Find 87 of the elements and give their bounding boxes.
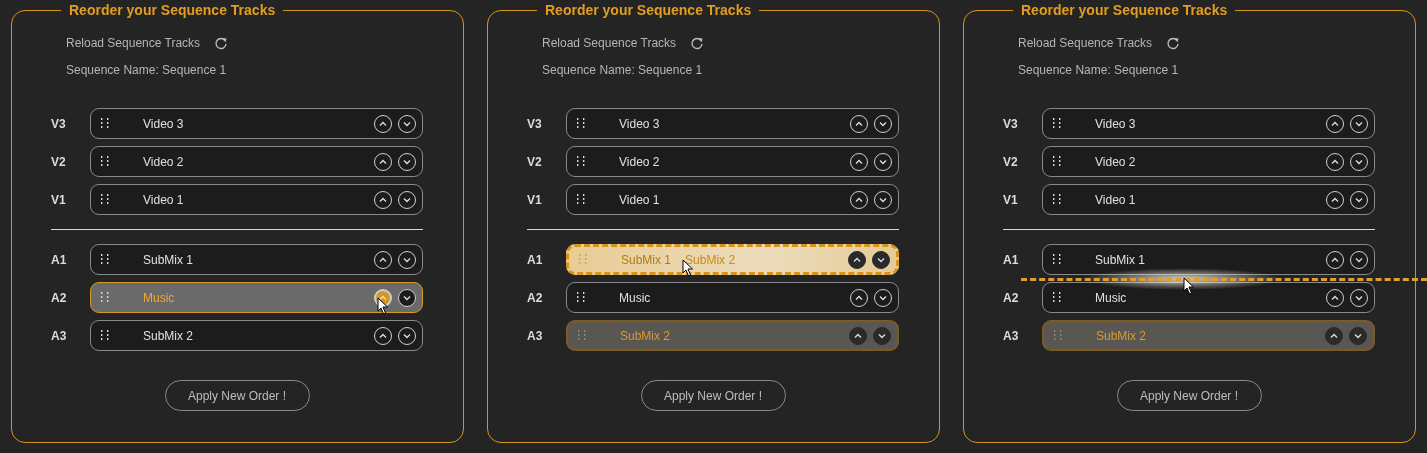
move-down-button[interactable] [872,250,890,269]
drag-handle-icon[interactable] [101,154,109,169]
drag-handle-icon[interactable] [1053,252,1061,267]
reload-icon[interactable] [690,36,705,50]
drag-handle-icon[interactable] [101,116,109,131]
track-row[interactable]: SubMix 2 [90,320,423,351]
track-label: V2 [527,154,543,169]
track-name: Video 1 [1095,192,1136,207]
track-label: A1 [1003,252,1020,267]
track-row[interactable]: Video 2 [90,146,423,177]
track-name: Video 1 [143,192,184,207]
track-label: A3 [51,328,68,343]
track-label: V3 [51,116,67,131]
track-label: A2 [1003,290,1020,305]
track-label: V2 [51,154,67,169]
track-label: A3 [527,328,544,343]
track-label: V1 [51,192,67,207]
track-row[interactable]: Video 1 [90,184,423,215]
sequence-name: Sequence Name: Sequence 1 [66,63,228,77]
drag-handle-icon[interactable] [1053,290,1061,305]
track-name: SubMix 1 [1095,252,1146,267]
drag-handle-icon[interactable] [577,192,585,207]
track-label: V3 [1003,116,1019,131]
dragged-track-name: SubMix 2 [685,252,736,267]
track-label: V2 [1003,154,1019,169]
track-name: SubMix 1 [621,252,672,267]
track-label: A1 [527,252,544,267]
track-label: A2 [527,290,544,305]
track-label: V3 [527,116,543,131]
drag-handle-icon[interactable] [577,154,585,169]
move-up-button[interactable] [1325,326,1343,345]
panel-title: Reorder your Sequence Tracks [1020,2,1229,18]
track-name: Video 2 [143,154,184,169]
reload-label: Reload Sequence Tracks [66,36,201,50]
track-name: Video 3 [1095,116,1136,131]
reload-label: Reload Sequence Tracks [542,36,677,50]
reload-icon[interactable] [1166,36,1181,50]
track-name: SubMix 2 [620,328,671,343]
track-name: Video 1 [619,192,660,207]
drag-handle-icon[interactable] [101,290,109,305]
drag-handle-icon[interactable] [101,252,109,267]
track-name: Video 2 [1095,154,1136,169]
track-name: SubMix 1 [143,252,194,267]
track-row[interactable]: SubMix 1 [1042,244,1375,275]
track-label: V1 [1003,192,1019,207]
track-row[interactable]: Video 2 [1042,146,1375,177]
drag-handle-icon[interactable] [101,328,109,343]
drag-handle-icon[interactable] [577,290,585,305]
sequence-name: Sequence Name: Sequence 1 [1018,63,1180,77]
track-name: Music [1095,290,1127,305]
track-name: Music [619,290,651,305]
track-name: Music [143,290,175,305]
reload-icon[interactable] [214,36,229,50]
track-label: A2 [51,290,68,305]
reload-label: Reload Sequence Tracks [1018,36,1153,50]
track-row[interactable]: Video 3 [90,108,423,139]
drag-handle-icon[interactable] [578,328,586,343]
drag-handle-icon[interactable] [101,192,109,207]
drag-handle-icon[interactable] [1053,154,1061,169]
track-label: A1 [51,252,68,267]
drag-handle-icon[interactable] [1054,328,1062,343]
track-name: SubMix 2 [1096,328,1147,343]
drag-handle-icon[interactable] [577,116,585,131]
track-name: Video 3 [143,116,184,131]
track-row[interactable]: Music [566,282,899,313]
drag-handle-icon[interactable] [579,252,587,267]
track-row[interactable]: Video 1 [566,184,899,215]
panel-title: Reorder your Sequence Tracks [544,2,753,18]
drag-handle-icon[interactable] [1053,116,1061,131]
track-label: A3 [1003,328,1020,343]
drag-handle-icon[interactable] [1053,192,1061,207]
track-row[interactable]: Video 3 [566,108,899,139]
move-up-button[interactable] [849,326,867,345]
track-name: SubMix 2 [143,328,194,343]
panel-title: Reorder your Sequence Tracks [68,2,277,18]
track-row[interactable]: SubMix 1 [90,244,423,275]
track-row[interactable]: Music [1042,282,1375,313]
track-label: V1 [527,192,543,207]
track-row[interactable]: Video 2 [566,146,899,177]
track-row[interactable]: Video 1 [1042,184,1375,215]
move-down-button[interactable] [1349,326,1367,345]
move-down-button[interactable] [873,326,891,345]
sequence-name: Sequence Name: Sequence 1 [542,63,704,77]
track-name: Video 2 [619,154,660,169]
track-name: Video 3 [619,116,660,131]
move-up-button[interactable] [848,250,866,269]
track-row[interactable]: Video 3 [1042,108,1375,139]
